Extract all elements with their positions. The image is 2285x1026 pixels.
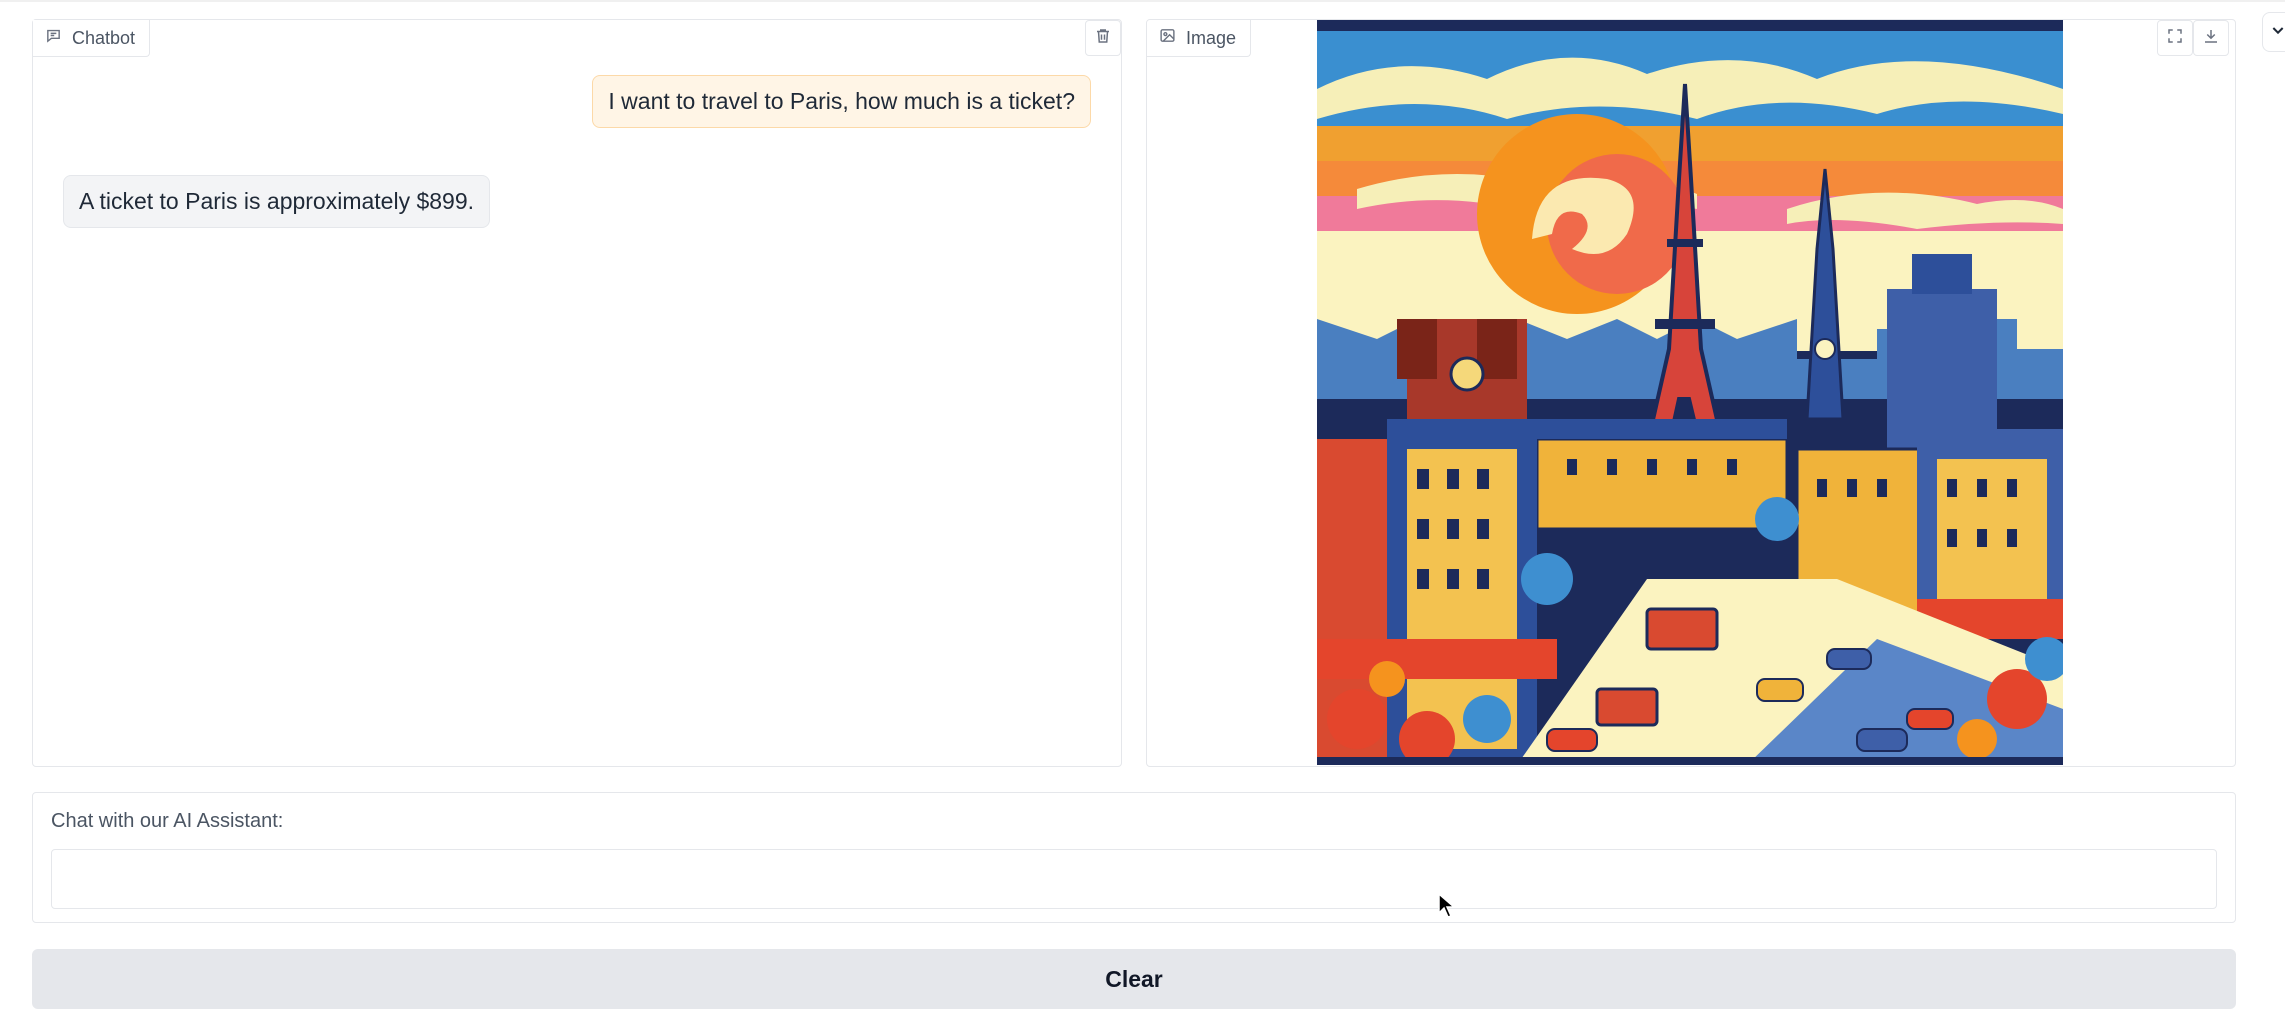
download-icon [2202, 27, 2220, 50]
download-button[interactable] [2193, 20, 2229, 56]
chat-input-label: Chat with our AI Assistant: [51, 810, 284, 832]
top-divider [0, 0, 2285, 2]
paris-illustration [1317, 20, 2063, 765]
user-message: I want to travel to Paris, how much is a… [592, 75, 1091, 128]
image-icon [1159, 27, 1176, 49]
clear-button[interactable]: Clear [32, 949, 2236, 1009]
image-label-text: Image [1186, 27, 1237, 48]
clear-chat-button[interactable] [1085, 20, 1121, 56]
trash-icon [1094, 27, 1112, 50]
chat-bubble-icon [45, 27, 62, 49]
chatbot-panel: Chatbot I want to travel to Paris, how m… [32, 19, 1122, 767]
chatbot-label-text: Chatbot [72, 27, 136, 48]
image-panel: Image [1146, 19, 2236, 767]
collapse-button[interactable] [2262, 12, 2285, 52]
fullscreen-icon [2166, 27, 2184, 50]
bot-message: A ticket to Paris is approximately $899. [63, 175, 491, 228]
mouse-cursor-icon [1438, 893, 1456, 918]
chat-input[interactable] [51, 849, 2217, 909]
chatbot-label: Chatbot [33, 20, 151, 57]
fullscreen-button[interactable] [2157, 20, 2193, 56]
image-label: Image [1147, 20, 1252, 57]
chat-input-block: Chat with our AI Assistant: [32, 792, 2236, 923]
chevron-down-icon [2270, 22, 2285, 43]
